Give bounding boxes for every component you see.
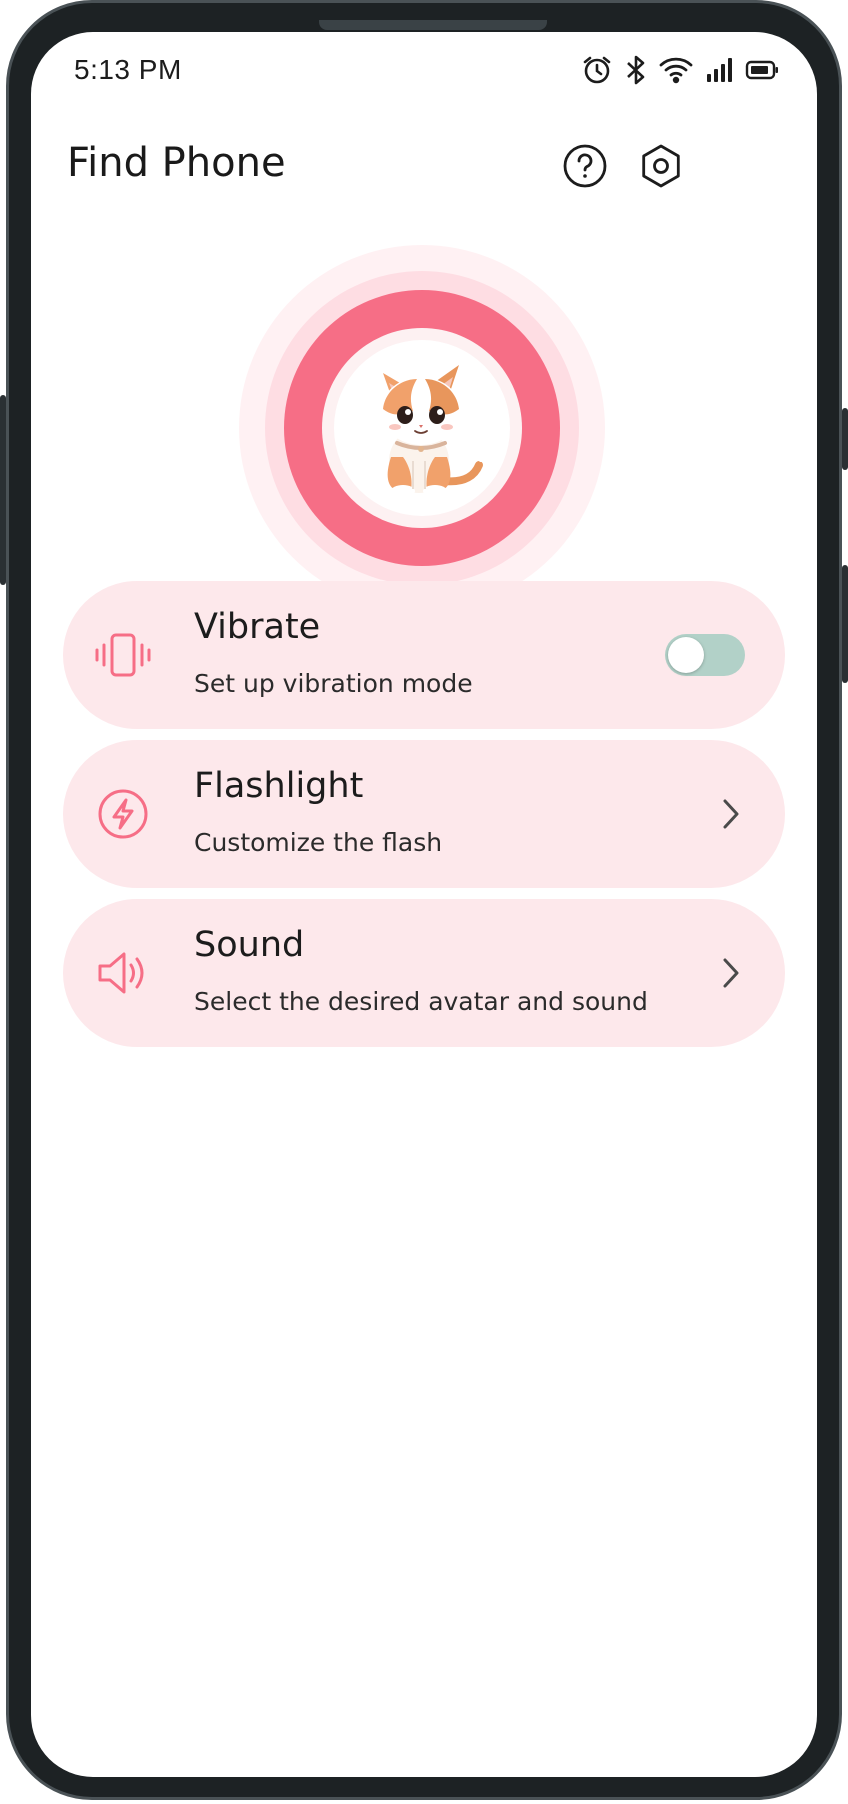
option-card-sound[interactable]: Sound Select the desired avatar and soun…: [63, 899, 785, 1047]
page-title: Find Phone: [67, 140, 286, 186]
option-title: Vibrate: [194, 607, 321, 647]
flash-icon: [91, 782, 155, 846]
option-card-vibrate[interactable]: Vibrate Set up vibration mode: [63, 581, 785, 729]
bluetooth-icon: [625, 54, 647, 86]
cat-avatar: [381, 365, 484, 497]
settings-icon: [638, 143, 684, 193]
status-icons: [581, 54, 779, 86]
toggle-knob: [668, 637, 704, 673]
battery-icon: [745, 58, 779, 82]
option-subtitle: Customize the flash: [194, 828, 443, 857]
screen: 5:13 PM Find Phone Vibrate Set up vibrat…: [31, 32, 817, 1777]
speaker-icon: [91, 941, 155, 1005]
option-title: Sound: [194, 925, 305, 965]
settings-button[interactable]: [635, 142, 687, 194]
side-button-right-top: [842, 408, 848, 470]
alarm-icon: [581, 54, 613, 86]
signal-icon: [705, 56, 733, 84]
help-icon: [562, 143, 608, 193]
wifi-icon: [659, 56, 693, 84]
side-button-left: [0, 395, 6, 585]
option-subtitle: Select the desired avatar and sound: [194, 987, 648, 1016]
status-time: 5:13 PM: [74, 54, 182, 85]
speaker-notch: [319, 20, 547, 30]
side-button-right-bottom: [842, 565, 848, 683]
status-bar: 5:13 PM: [31, 32, 817, 112]
vibrate-icon: [91, 623, 155, 687]
option-card-flashlight[interactable]: Flashlight Customize the flash: [63, 740, 785, 888]
chevron-right-icon: [711, 790, 751, 838]
option-title: Flashlight: [194, 766, 364, 806]
help-button[interactable]: [559, 142, 611, 194]
vibrate-toggle[interactable]: [665, 634, 745, 676]
find-phone-button[interactable]: [239, 245, 605, 611]
chevron-right-icon: [711, 949, 751, 997]
option-subtitle: Set up vibration mode: [194, 669, 473, 698]
